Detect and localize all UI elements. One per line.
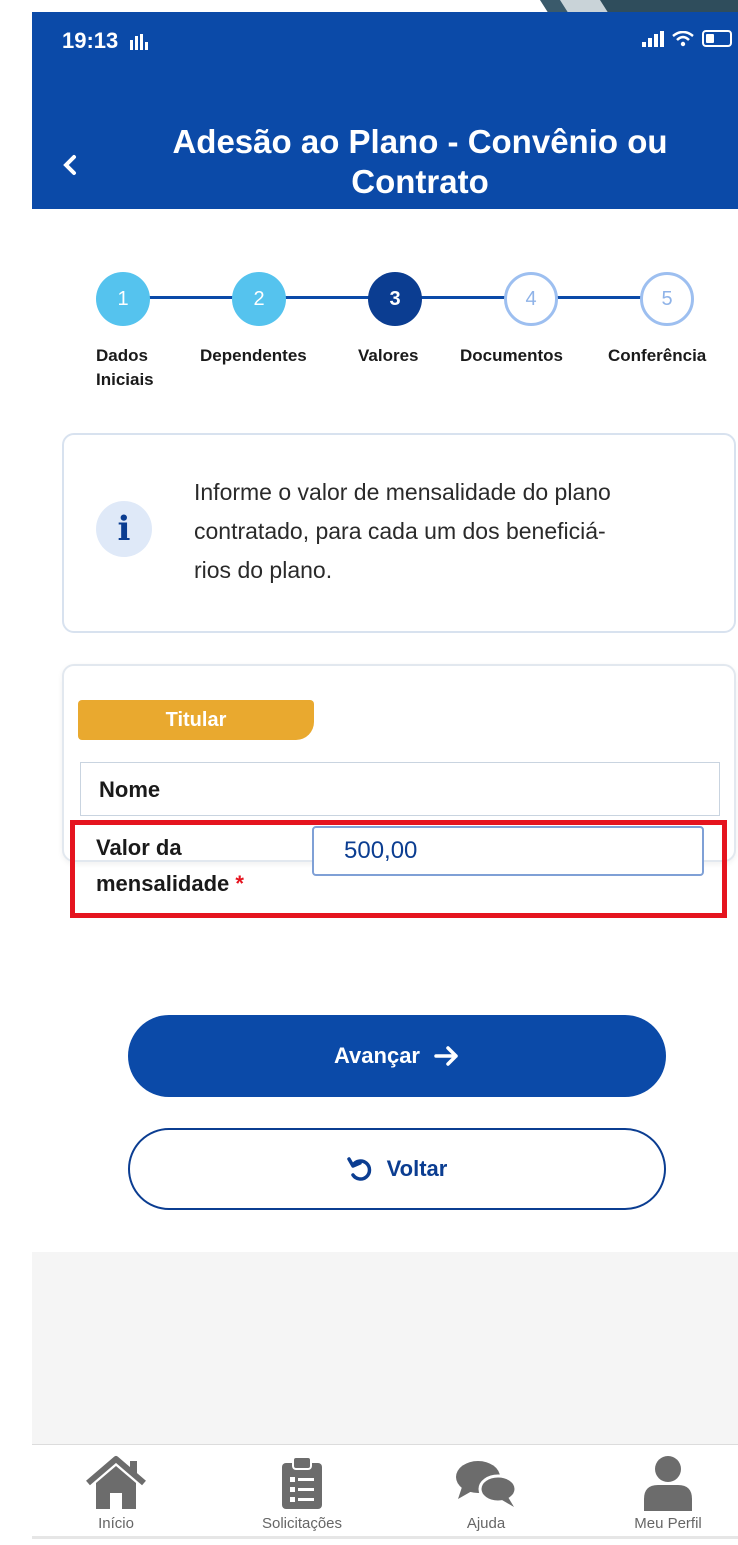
back-button[interactable] <box>62 150 78 184</box>
step-2[interactable]: 2 <box>232 272 286 326</box>
page-title: Adesão ao Plano - Convênio ou Contrato <box>172 123 668 200</box>
nav-item-inicio[interactable]: Início <box>46 1455 186 1532</box>
clipboard-icon <box>282 1456 322 1509</box>
step-3[interactable]: 3 <box>368 272 422 326</box>
info-icon: i <box>96 501 152 557</box>
step-1-label: Dados Iniciais <box>96 346 154 389</box>
info-box: i Informe o valor de mensalidade do plan… <box>62 433 736 633</box>
next-button[interactable]: Avançar <box>128 1015 666 1097</box>
progress-stepper: 1 2 3 4 5 Dados Iniciais Dependentes Valo… <box>60 272 738 402</box>
app-header: 19:13 Adesão ao Plano - Convênio ou Cont… <box>32 12 738 209</box>
back-step-button[interactable]: Voltar <box>128 1128 666 1210</box>
holder-tag: Titular <box>78 700 314 740</box>
wifi-icon <box>672 30 694 46</box>
highlight-box <box>70 820 727 918</box>
step-5[interactable]: 5 <box>640 272 694 326</box>
name-label: Nome <box>99 777 161 802</box>
step-2-label: Dependentes <box>200 346 307 365</box>
undo-icon <box>346 1157 371 1181</box>
content-filler <box>32 1252 738 1444</box>
status-time: 19:13 <box>62 28 149 54</box>
info-text: Informe o valor de mensalidade do plano … <box>194 479 611 583</box>
home-icon <box>86 1456 146 1509</box>
step-5-label: Conferência <box>608 346 707 365</box>
step-3-label: Valores <box>358 346 419 365</box>
chevron-left-icon <box>63 155 76 175</box>
arrow-right-icon <box>434 1046 458 1066</box>
step-4[interactable]: 4 <box>504 272 558 326</box>
user-icon <box>644 1456 692 1511</box>
nav-item-ajuda[interactable]: Ajuda <box>416 1455 556 1532</box>
bottom-nav: Início Solicitações Ajuda Meu Perfil <box>32 1444 738 1539</box>
nav-item-solicitacoes[interactable]: Solicitações <box>232 1455 372 1532</box>
step-4-label: Documentos <box>460 346 563 365</box>
signal-icon <box>642 30 664 47</box>
activity-icon <box>130 34 149 50</box>
step-1[interactable]: 1 <box>96 272 150 326</box>
nav-item-meu-perfil[interactable]: Meu Perfil <box>598 1455 738 1532</box>
chat-icon <box>456 1461 518 1507</box>
status-icons <box>642 30 732 47</box>
name-row: Nome <box>80 762 720 816</box>
battery-icon <box>702 30 732 47</box>
bottom-divider <box>32 1536 738 1539</box>
